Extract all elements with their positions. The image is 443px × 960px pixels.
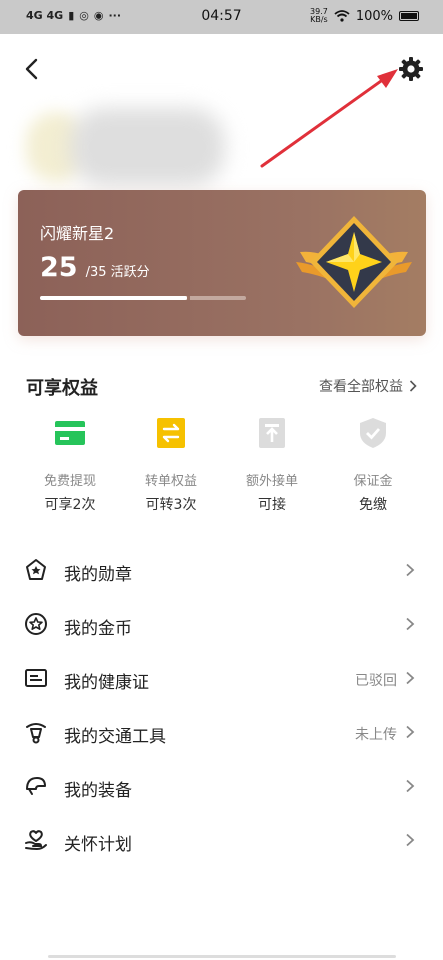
benefit-value: 可转3次 bbox=[145, 497, 197, 513]
menu-label: 我的装备 bbox=[64, 781, 132, 801]
menu-label: 关怀计划 bbox=[64, 835, 132, 855]
shield-check-icon bbox=[360, 418, 386, 448]
scooter-icon bbox=[26, 723, 46, 744]
chevron-right-icon bbox=[406, 617, 415, 631]
home-indicator bbox=[48, 955, 396, 958]
menu-status: 未上传 bbox=[355, 727, 397, 743]
wifi-icon bbox=[334, 10, 350, 22]
benefit-deposit[interactable]: 保证金 免缴 bbox=[323, 418, 423, 514]
chevron-right-icon bbox=[406, 779, 415, 793]
coin-star-icon bbox=[25, 613, 47, 635]
medal-icon bbox=[26, 559, 46, 580]
level-title: 闪耀新星2 bbox=[40, 224, 115, 243]
menu-label: 我的金币 bbox=[64, 619, 132, 639]
score-value: 25 bbox=[40, 252, 78, 283]
menu-item-care-plan[interactable]: 关怀计划 bbox=[0, 814, 443, 868]
chevron-right-icon bbox=[406, 671, 415, 685]
card-icon bbox=[55, 421, 85, 445]
upload-icon bbox=[259, 418, 285, 448]
benefit-label: 保证金 bbox=[353, 474, 393, 489]
benefit-free-withdraw[interactable]: 免费提现 可享2次 bbox=[20, 418, 120, 514]
chevron-right-icon bbox=[406, 833, 415, 847]
battery-percent: 100% bbox=[355, 8, 393, 24]
gear-icon[interactable] bbox=[398, 56, 424, 82]
benefit-transfer[interactable]: 转单权益 可转3次 bbox=[121, 418, 221, 514]
menu-item-vehicle[interactable]: 我的交通工具 未上传 bbox=[0, 706, 443, 760]
menu-item-coins[interactable]: 我的金币 bbox=[0, 598, 443, 652]
menu-item-health-cert[interactable]: 我的健康证 已驳回 bbox=[0, 652, 443, 706]
view-all-label: 查看全部权益 bbox=[319, 379, 403, 395]
menu-label: 我的交通工具 bbox=[64, 727, 166, 747]
status-right: 39.7 KB/s 100% bbox=[310, 8, 419, 24]
benefit-label: 转单权益 bbox=[144, 474, 197, 489]
transfer-icon bbox=[157, 418, 185, 448]
menu-item-medals[interactable]: 我的勋章 bbox=[0, 544, 443, 598]
benefit-value: 可接 bbox=[258, 497, 286, 513]
username-blurred bbox=[70, 108, 225, 186]
benefit-label: 免费提现 bbox=[43, 474, 96, 489]
status-bar: 4G 4G ▮ ◎ ◉ ··· 04:57 39.7 KB/s 100% bbox=[0, 0, 443, 34]
chevron-right-icon bbox=[406, 725, 415, 739]
id-card-icon bbox=[25, 669, 47, 687]
benefit-label: 额外接单 bbox=[245, 474, 298, 489]
score-total: /35 活跃分 bbox=[85, 265, 150, 280]
benefit-value: 免缴 bbox=[359, 497, 387, 513]
helmet-icon bbox=[26, 777, 46, 795]
benefits-grid: 免费提现 可享2次 转单权益 可转3次 额外接单 可接 保证金 免缴 bbox=[0, 418, 443, 518]
benefit-value: 可享2次 bbox=[44, 497, 96, 513]
care-heart-icon bbox=[25, 830, 47, 851]
chevron-right-icon bbox=[406, 563, 415, 577]
menu-label: 我的勋章 bbox=[64, 565, 132, 585]
chevron-right-icon bbox=[409, 380, 417, 392]
level-score: 25 /35 活跃分 bbox=[40, 252, 150, 283]
battery-icon bbox=[399, 11, 419, 21]
level-progress-bar bbox=[40, 296, 246, 300]
menu-status: 已驳回 bbox=[355, 673, 397, 689]
speed-unit: KB/s bbox=[310, 15, 328, 24]
benefits-title: 可享权益 bbox=[26, 378, 98, 399]
level-card[interactable]: 闪耀新星2 25 /35 活跃分 bbox=[18, 190, 426, 336]
star-badge-icon bbox=[296, 216, 412, 308]
level-progress-divider bbox=[187, 296, 191, 300]
back-arrow-icon[interactable] bbox=[22, 56, 44, 82]
network-speed: 39.7 KB/s bbox=[310, 8, 328, 24]
level-progress-fill bbox=[40, 296, 188, 300]
view-all-benefits-link[interactable]: 查看全部权益 bbox=[319, 376, 417, 396]
menu-item-equipment[interactable]: 我的装备 bbox=[0, 760, 443, 814]
benefit-extra-orders[interactable]: 额外接单 可接 bbox=[222, 418, 322, 514]
menu-label: 我的健康证 bbox=[64, 673, 149, 693]
